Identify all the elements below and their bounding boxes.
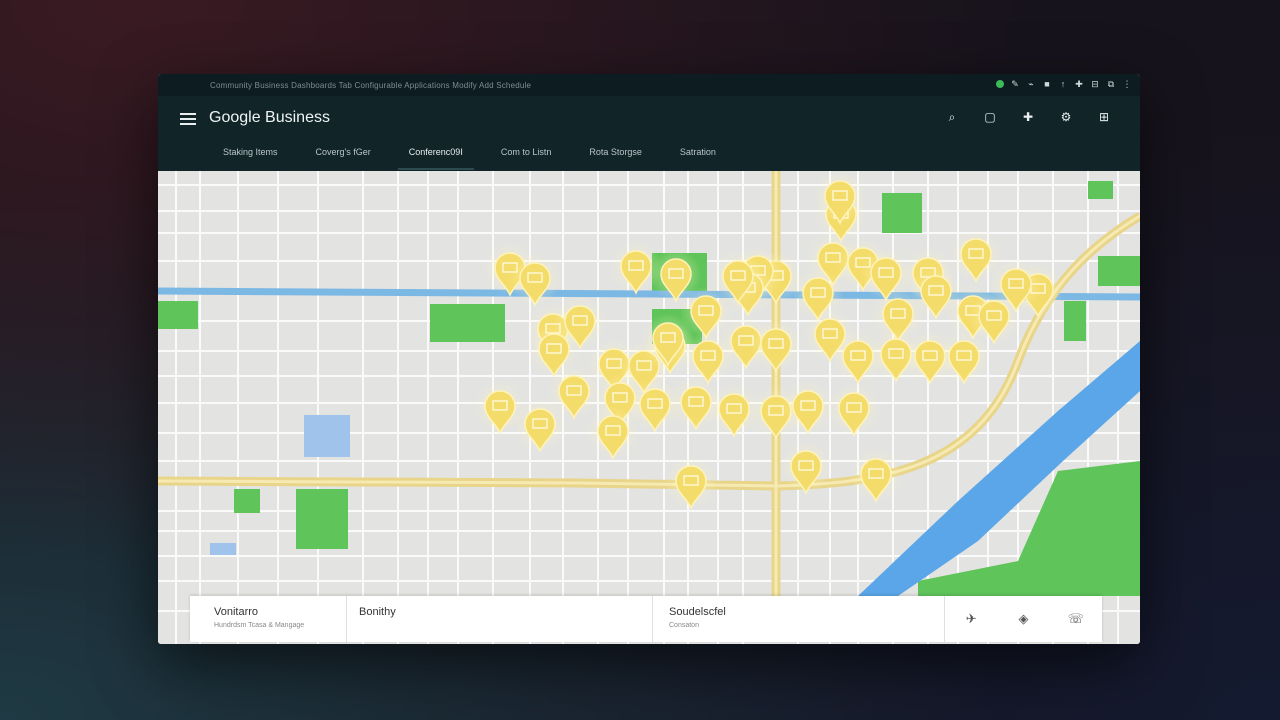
save-icon[interactable]: ☏ [1067,610,1085,628]
toolbar-actions: ⌕ ▢ ✚ ⚙ ⊞ [944,109,1112,125]
system-icons: ✎ ⌁ ■ ↑ ✚ ⊟ ⧉ ⋮ [996,79,1132,89]
park [1064,301,1086,341]
hamburger-menu-icon[interactable] [180,111,196,125]
copy-icon[interactable]: ⧉ [1106,79,1116,89]
comment-icon[interactable]: ▢ [982,109,998,125]
apps-icon[interactable]: ⊞ [1096,109,1112,125]
system-bar: Community Business Dashboards Tab Config… [158,74,1140,96]
info-panel: Vonitarro Hundrdsm Tcasa & Mangage Bonit… [190,596,1102,642]
grid-icon[interactable]: ⊟ [1090,79,1100,89]
app-window: Community Business Dashboards Tab Config… [158,74,1140,644]
park [430,304,505,342]
puzzle-icon[interactable]: ✚ [1074,79,1084,89]
park [158,301,198,329]
panel-title: Vonitarro [214,606,259,618]
tab-rota-storage[interactable]: Rota Storgse [570,143,661,170]
status-dot-icon [996,80,1004,88]
map-canvas[interactable] [158,171,1140,644]
panel-subtitle: Hundrdsm Tcasa & Mangage [214,622,305,629]
pond [210,543,236,555]
tab-satration[interactable]: Satration [661,143,735,170]
tab-staking-items[interactable]: Staking Items [204,143,297,170]
park [1088,181,1113,199]
search-icon[interactable]: ⌕ [944,109,960,125]
panel-col-bonithy[interactable]: Bonithy [347,596,653,642]
park [296,489,348,549]
panel-actions: ✈ ◈ ☏ [945,596,1102,642]
pond [304,415,350,457]
square-icon[interactable]: ■ [1042,79,1052,89]
park [882,193,922,233]
add-icon[interactable]: ✚ [1020,109,1036,125]
app-title: Google Business [209,109,330,126]
panel-col-vonitarro[interactable]: Vonitarro Hundrdsm Tcasa & Mangage [190,596,347,642]
panel-col-soudelscfel[interactable]: Soudelscfel Consaton [653,596,945,642]
map-view[interactable] [158,171,1140,644]
clip-icon[interactable]: ⌁ [1026,79,1036,89]
tab-conference[interactable]: Conferenc09I [390,143,482,170]
app-bar: Google Business ⌕ ▢ ✚ ⚙ ⊞ Staking Items … [158,96,1140,171]
directions-icon[interactable]: ✈ [962,610,980,628]
pen-icon[interactable]: ✎ [1010,79,1020,89]
more-icon[interactable]: ⋮ [1122,79,1132,89]
tab-com-to-listn[interactable]: Com to Listn [482,143,571,170]
breadcrumb: Community Business Dashboards Tab Config… [210,81,532,90]
panel-title: Bonithy [359,606,396,618]
tab-coverage[interactable]: Coverg's fGer [297,143,390,170]
settings-icon[interactable]: ⚙ [1058,109,1074,125]
panel-subtitle: Consaton [669,622,699,629]
navigate-icon[interactable]: ◈ [1014,610,1032,628]
arrow-icon[interactable]: ↑ [1058,79,1068,89]
tab-bar: Staking Items Coverg's fGer Conferenc09I… [204,143,735,170]
park [1098,256,1140,286]
panel-title: Soudelscfel [669,606,726,618]
park [234,489,260,513]
